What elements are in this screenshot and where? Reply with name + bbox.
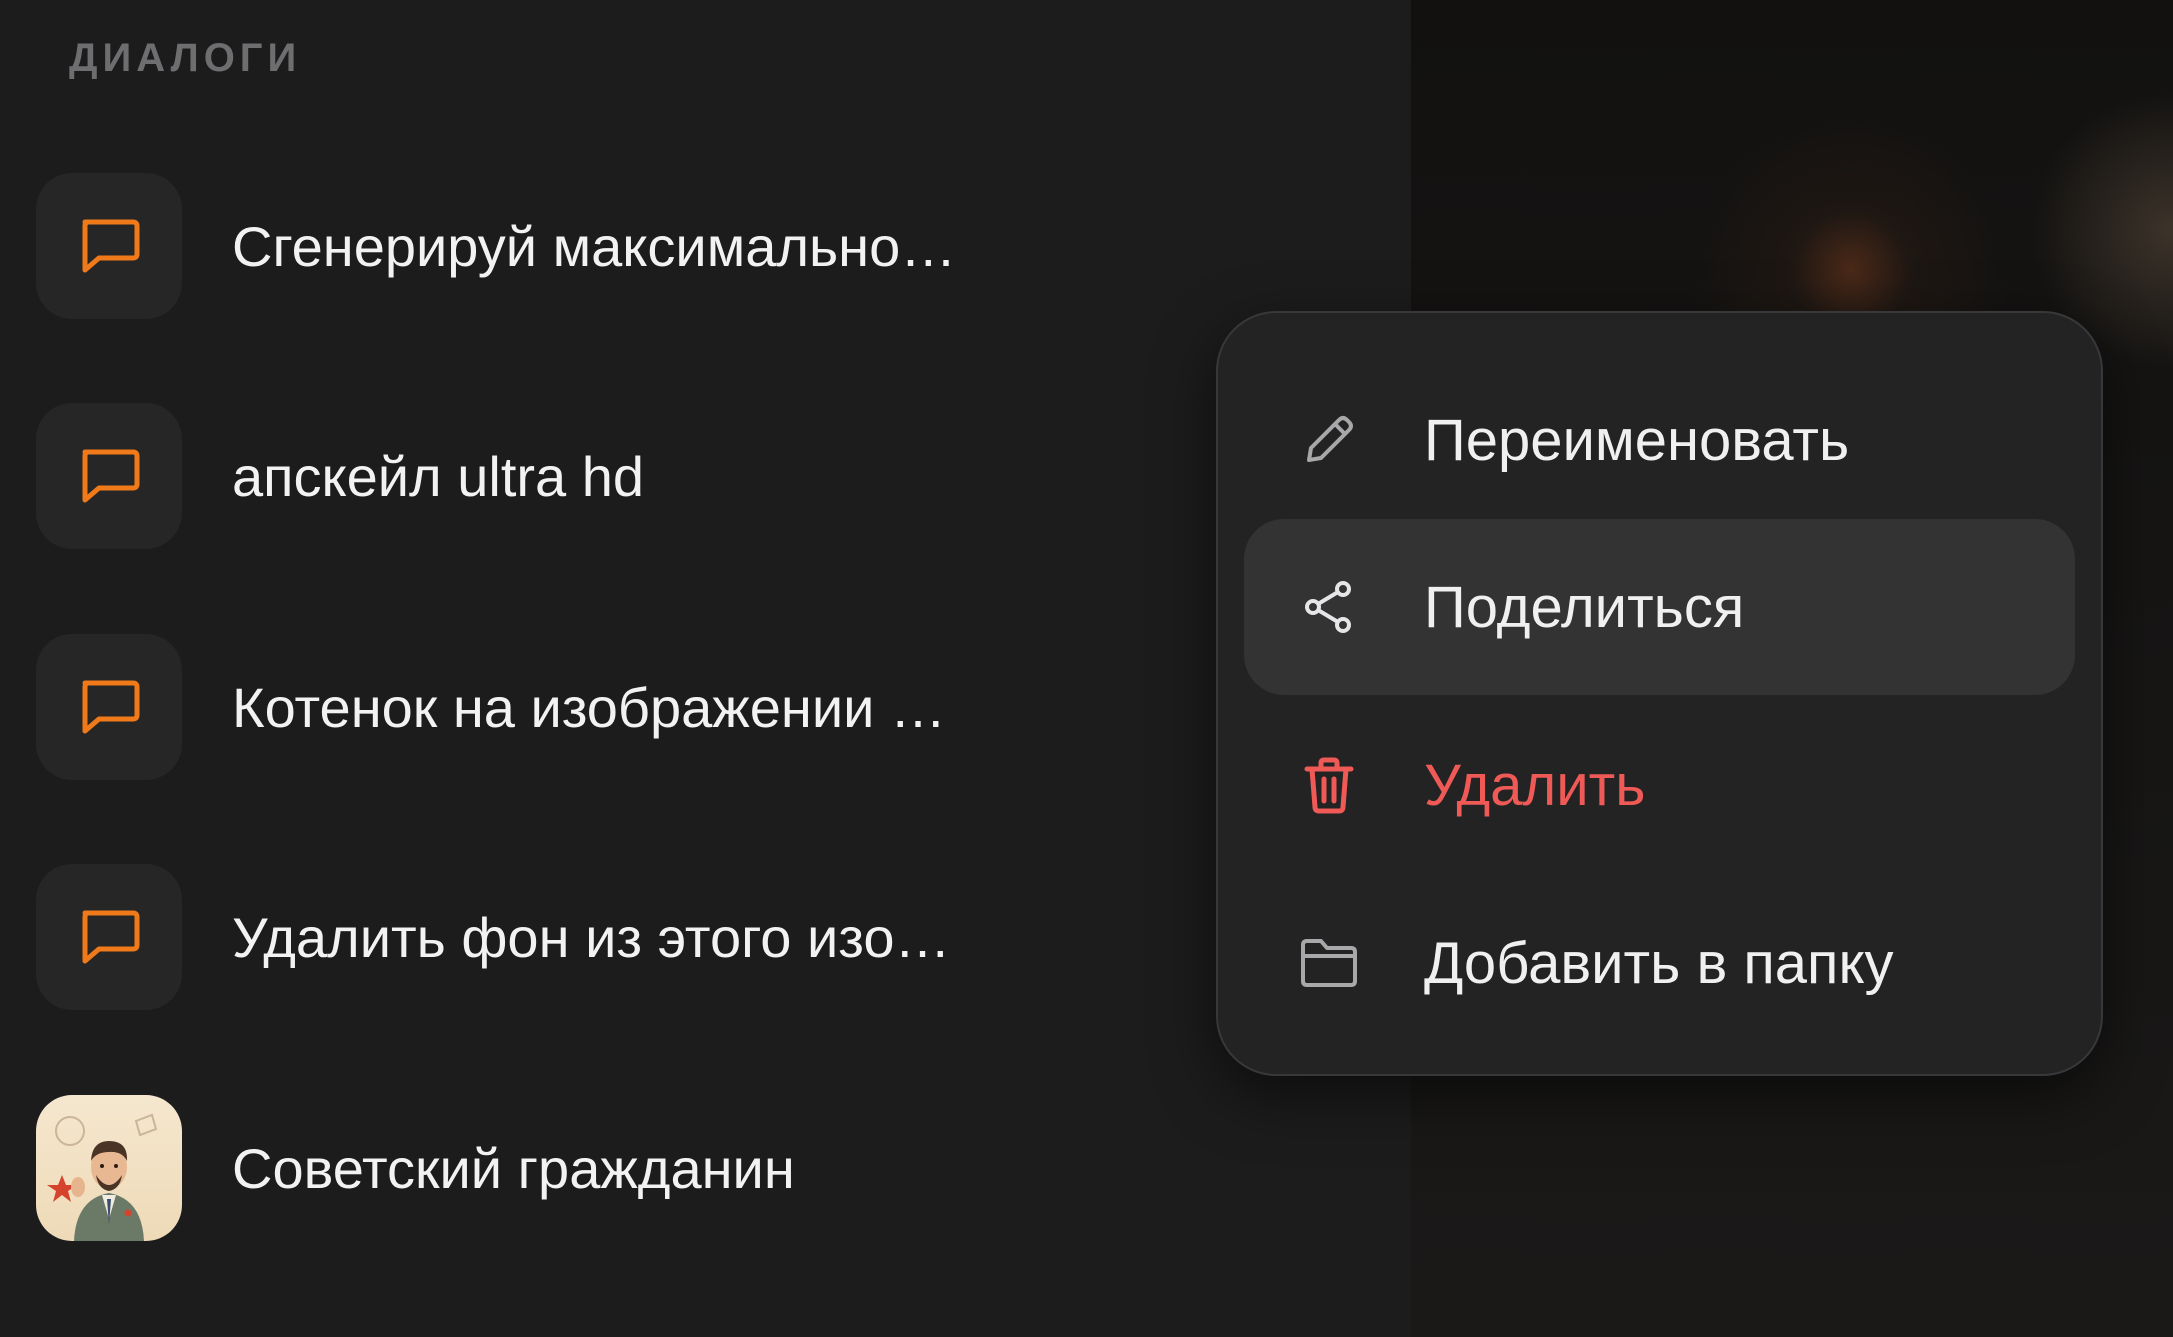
rename-menu-item[interactable]: Переименовать bbox=[1244, 352, 2075, 528]
chat-bubble-icon bbox=[36, 864, 182, 1010]
delete-menu-item[interactable]: Удалить bbox=[1244, 697, 2075, 873]
dialog-item[interactable]: апскейл ultra hd bbox=[36, 403, 1336, 549]
add-to-folder-menu-item[interactable]: Добавить в папку bbox=[1244, 875, 2075, 1051]
trash-icon bbox=[1284, 755, 1374, 815]
dialog-title: Сгенерируй максимально… bbox=[232, 214, 957, 278]
rename-label: Переименовать bbox=[1424, 407, 1850, 473]
dialog-title: Котенок на изображении … bbox=[232, 675, 946, 739]
delete-label: Удалить bbox=[1424, 752, 1646, 818]
dialog-item[interactable]: Советский гражданин bbox=[36, 1095, 1336, 1241]
pencil-icon bbox=[1284, 410, 1374, 470]
share-menu-item[interactable]: Поделиться bbox=[1244, 519, 2075, 695]
chat-bubble-icon bbox=[36, 403, 182, 549]
share-label: Поделиться bbox=[1424, 574, 1745, 640]
dialog-item[interactable]: Сгенерируй максимально… bbox=[36, 173, 1336, 319]
add-to-folder-label: Добавить в папку bbox=[1424, 930, 1894, 996]
dialog-context-menu: Переименовать Поделиться Удалить Добавит… bbox=[1216, 311, 2103, 1076]
app-root: ДИАЛОГИ Сгенерируй максимально… апскейл … bbox=[0, 0, 2173, 1337]
dialog-title: Советский гражданин bbox=[232, 1136, 795, 1200]
dialog-title: Удалить фон из этого изо… bbox=[232, 905, 951, 969]
dialog-item[interactable]: Котенок на изображении … bbox=[36, 634, 1336, 780]
chat-bubble-icon bbox=[36, 173, 182, 319]
dialog-item[interactable]: Удалить фон из этого изо… bbox=[36, 864, 1336, 1010]
character-avatar bbox=[36, 1095, 182, 1241]
chat-bubble-icon bbox=[36, 634, 182, 780]
dialogs-sidebar: ДИАЛОГИ Сгенерируй максимально… апскейл … bbox=[0, 0, 1411, 1337]
dialog-title: апскейл ultra hd bbox=[232, 444, 645, 508]
section-title-dialogs: ДИАЛОГИ bbox=[69, 36, 302, 80]
share-icon bbox=[1284, 577, 1374, 637]
folder-icon bbox=[1284, 935, 1374, 991]
